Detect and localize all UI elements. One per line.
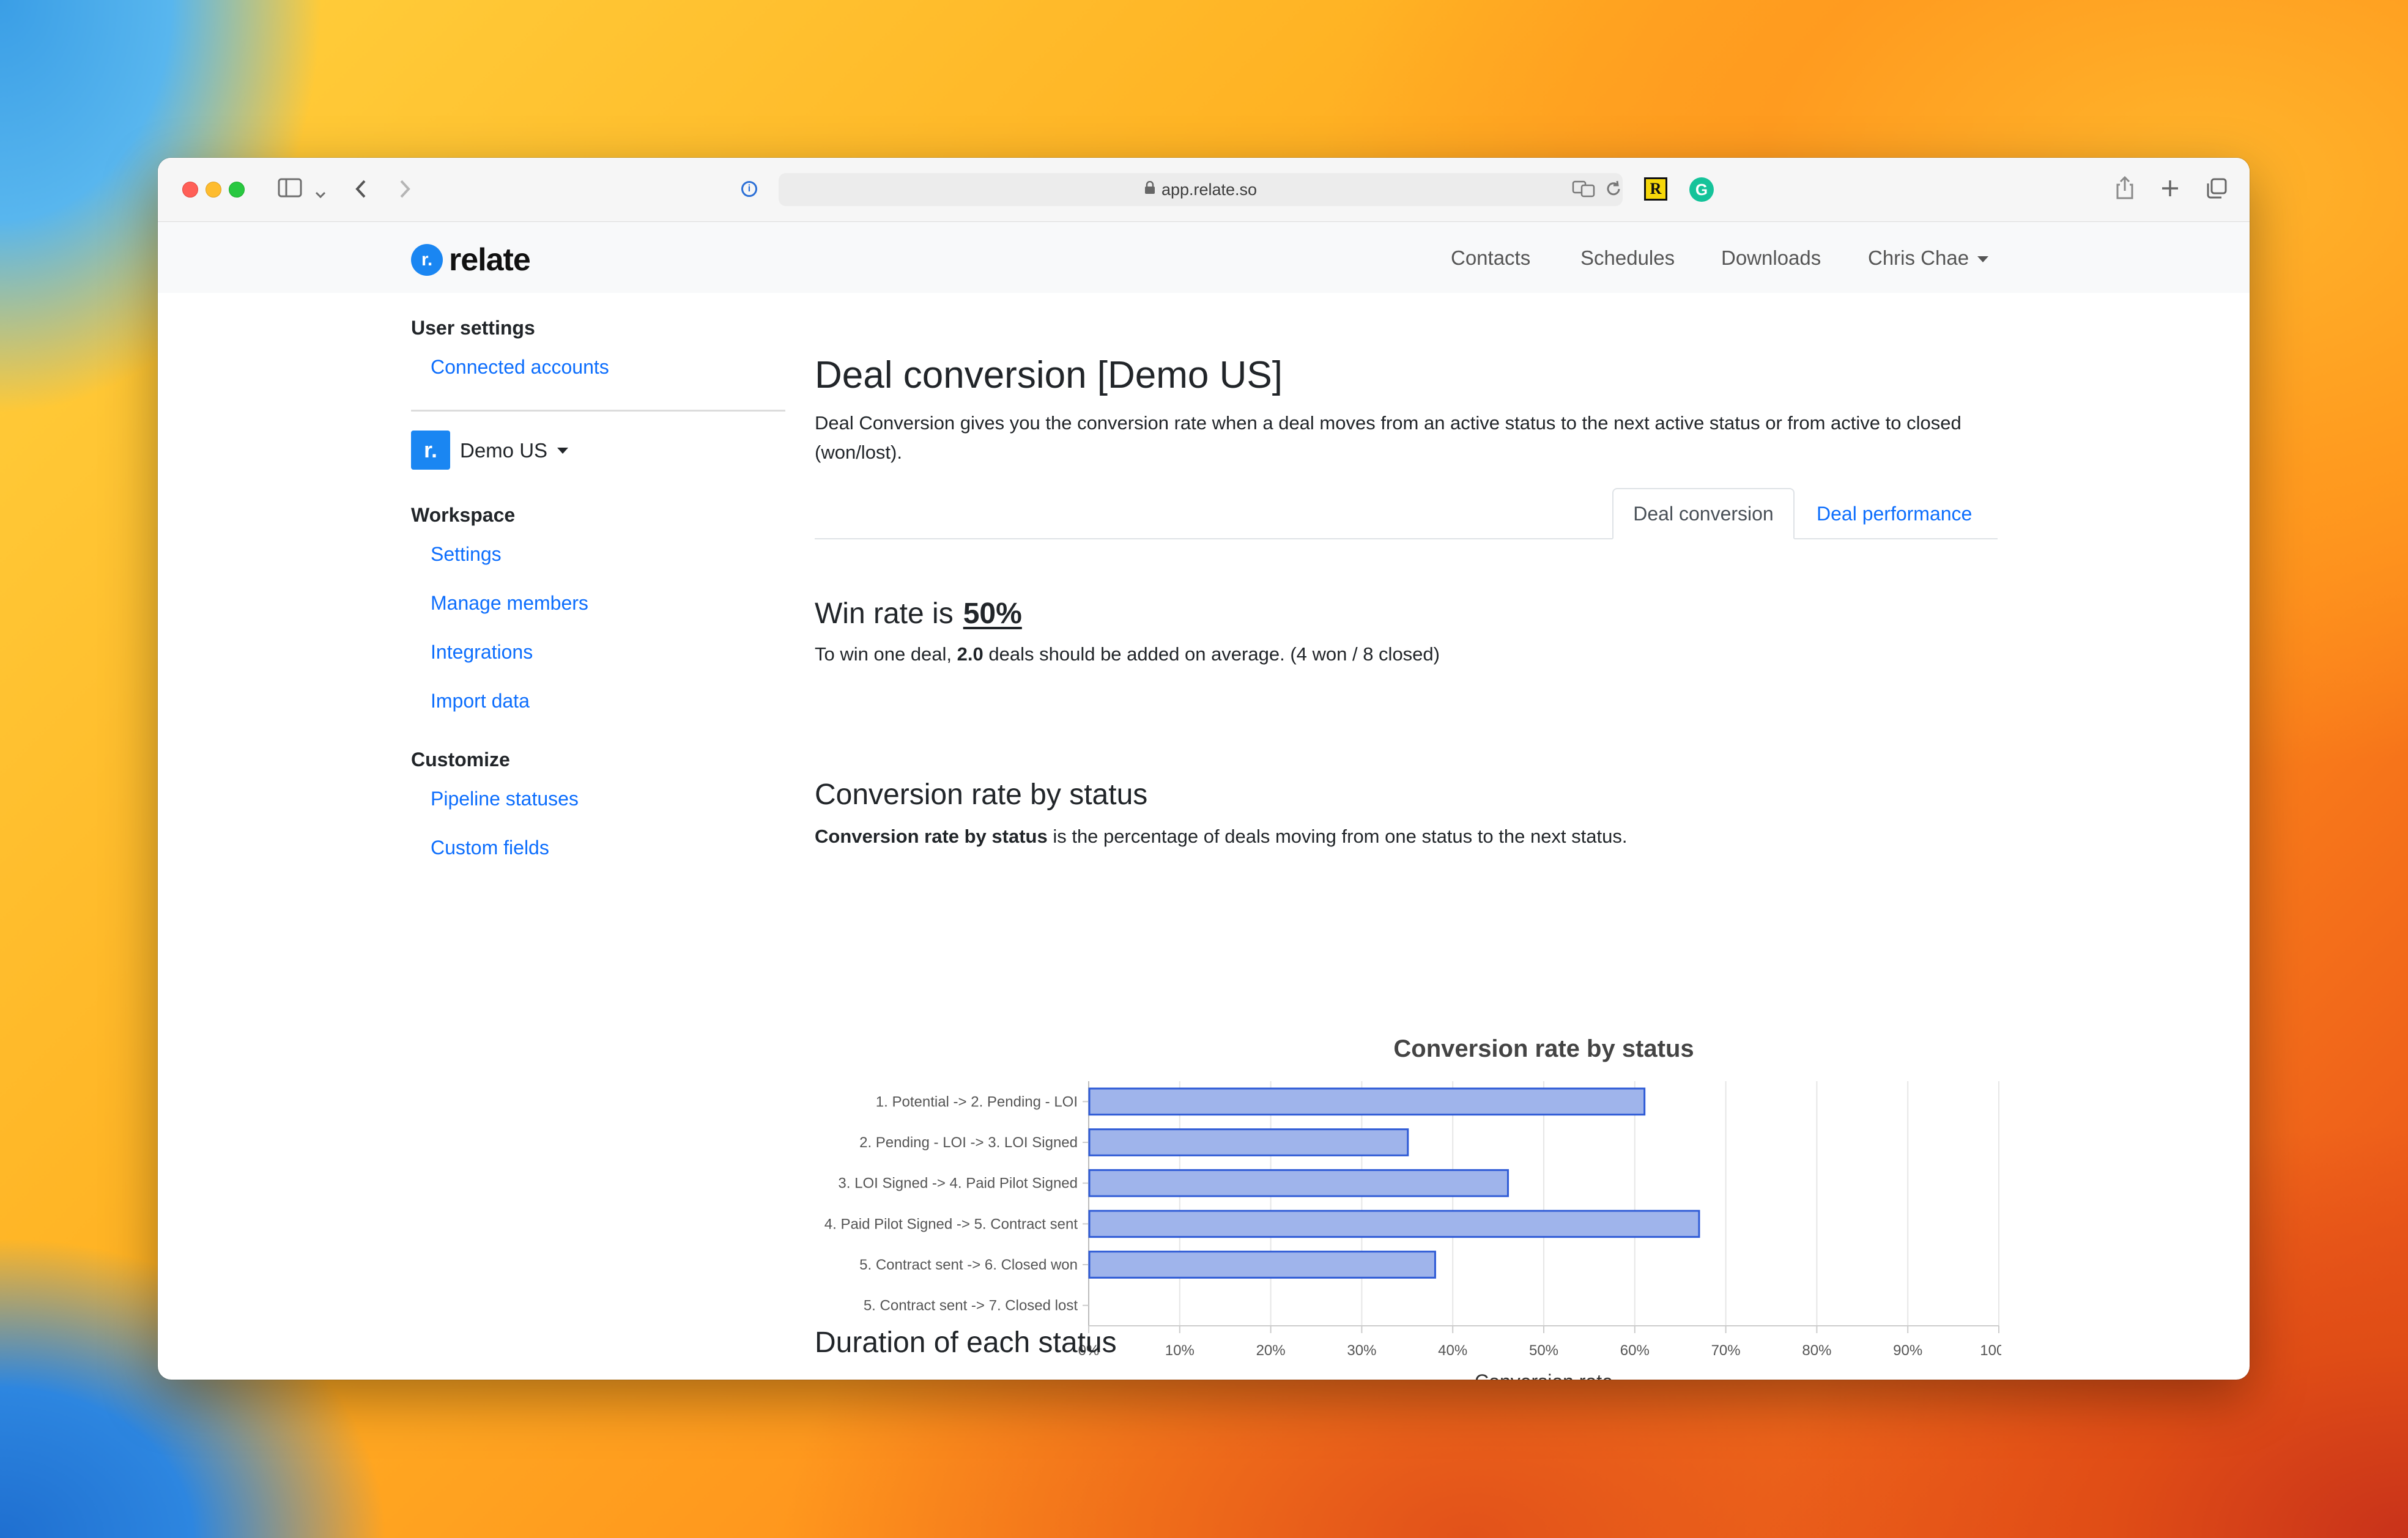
chart-title: Conversion rate by status (1393, 1035, 1694, 1062)
win-summary-deals-needed: 2.0 (957, 643, 984, 665)
y-category-label: 4. Paid Pilot Signed -> 5. Contract sent (824, 1216, 1078, 1232)
bar (1088, 1169, 1509, 1197)
url-text: app.relate.so (1161, 180, 1258, 199)
nav-schedules[interactable]: Schedules (1580, 246, 1675, 270)
caret-down-icon (1977, 256, 1989, 263)
win-rate-heading: Win rate is 50% (815, 597, 1998, 630)
section-title-duration: Duration of each status (815, 1326, 1117, 1359)
sidebar-item-custom-fields[interactable]: Custom fields (431, 837, 549, 859)
close-window-button[interactable] (182, 182, 198, 198)
customize-heading: Customize (411, 749, 510, 771)
bar (1088, 1251, 1436, 1279)
y-category-label: 5. Contract sent -> 7. Closed lost (864, 1298, 1078, 1314)
browser-window: i app.relate.so R G r. relate Contacts S… (158, 158, 2250, 1380)
y-category-label: 1. Potential -> 2. Pending - LOI (876, 1093, 1078, 1110)
tab-overview-icon[interactable] (2206, 177, 2228, 203)
tab-deal-conversion[interactable]: Deal conversion (1612, 488, 1795, 539)
zoom-window-button[interactable] (229, 182, 245, 198)
win-summary-prefix: To win one deal, (815, 643, 957, 665)
translate-icon[interactable] (1572, 180, 1596, 202)
sidebar-divider (411, 410, 785, 412)
sidebar-item-integrations[interactable]: Integrations (431, 641, 533, 664)
sidebar-item-connected-accounts[interactable]: Connected accounts (431, 356, 609, 379)
address-bar[interactable]: app.relate.so (779, 173, 1623, 206)
back-icon[interactable] (354, 179, 368, 203)
nav-downloads[interactable]: Downloads (1721, 246, 1821, 270)
tab-deal-performance[interactable]: Deal performance (1797, 488, 1991, 539)
section-description-conversion: Conversion rate by status is the percent… (815, 826, 1998, 848)
win-rate-value: 50% (963, 597, 1022, 630)
share-icon[interactable] (2115, 176, 2135, 204)
sidebar-item-import-data[interactable]: Import data (431, 690, 530, 712)
logo-text: relate (449, 242, 531, 278)
sidebar-toggle-icon[interactable] (278, 177, 302, 202)
browser-toolbar: i app.relate.so R G (158, 158, 2250, 222)
sidebar-item-settings[interactable]: Settings (431, 543, 502, 566)
y-category-label: 5. Contract sent -> 6. Closed won (859, 1257, 1078, 1273)
relate-logo[interactable]: r. relate (411, 242, 531, 278)
nav-contacts[interactable]: Contacts (1451, 246, 1530, 270)
new-tab-icon[interactable] (2160, 179, 2180, 202)
caret-down-icon[interactable] (557, 448, 568, 454)
workspace-avatar: r. (411, 431, 450, 470)
reload-icon[interactable] (1605, 180, 1622, 202)
y-category-label: 3. LOI Signed -> 4. Paid Pilot Signed (838, 1175, 1078, 1192)
site-navbar: r. relate Contacts Schedules Downloads C… (158, 222, 2250, 293)
grammarly-extension-icon[interactable]: G (1689, 177, 1714, 202)
x-axis-title: Conversion rate (1475, 1370, 1613, 1380)
extension-r-icon[interactable]: R (1644, 177, 1667, 201)
bar (1088, 1210, 1700, 1238)
workspace-heading: Workspace (411, 504, 516, 526)
workspace-switcher[interactable]: Demo US (460, 439, 547, 462)
section-description-bold: Conversion rate by status (815, 826, 1048, 847)
win-rate-label: Win rate is (815, 597, 954, 630)
section-title-conversion: Conversion rate by status (815, 778, 1148, 811)
user-settings-heading: User settings (411, 317, 535, 339)
page-description: Deal Conversion gives you the conversion… (815, 412, 1962, 463)
privacy-report-icon[interactable]: i (741, 181, 757, 197)
minimize-window-button[interactable] (206, 182, 221, 198)
logo-mark: r. (411, 244, 443, 276)
win-summary-suffix: deals should be added on average. (4 won… (983, 643, 1440, 665)
forward-icon[interactable] (398, 179, 412, 203)
user-menu-label: Chris Chae (1868, 246, 1969, 269)
sidebar-item-pipeline-statuses[interactable]: Pipeline statuses (431, 788, 579, 810)
lock-icon (1144, 180, 1155, 198)
section-description-rest: is the percentage of deals moving from o… (1047, 826, 1628, 847)
user-menu[interactable]: Chris Chae (1868, 246, 1989, 270)
bar (1088, 1087, 1646, 1116)
y-category-label: 2. Pending - LOI -> 3. LOI Signed (859, 1134, 1078, 1151)
sidebar-item-manage-members[interactable]: Manage members (431, 592, 588, 615)
page-title: Deal conversion [Demo US] (815, 354, 1283, 396)
bar (1088, 1128, 1409, 1156)
win-rate-summary: To win one deal, 2.0 deals should be add… (815, 643, 1998, 665)
chevron-down-icon[interactable] (314, 182, 327, 203)
